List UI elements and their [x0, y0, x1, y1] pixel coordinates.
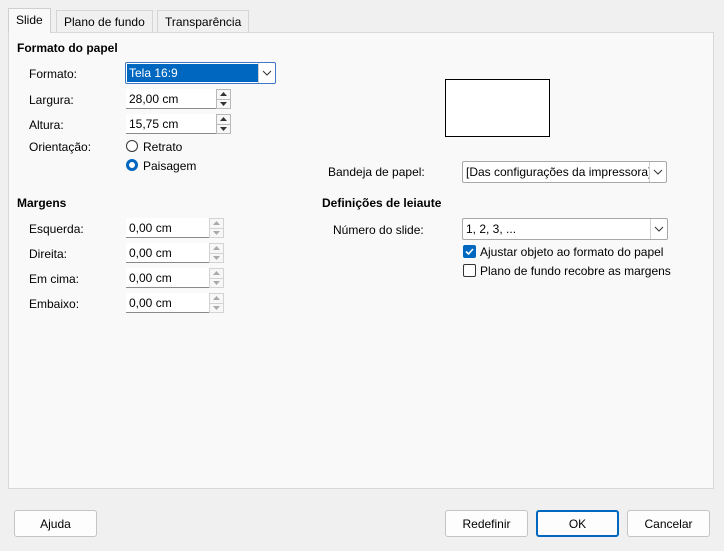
- landscape-label[interactable]: Paisagem: [143, 159, 196, 173]
- page-preview: [445, 79, 550, 137]
- format-label: Formato:: [29, 67, 78, 81]
- fit-object-label[interactable]: Ajustar objeto ao formato do papel: [480, 245, 663, 259]
- spin-up-icon[interactable]: [209, 293, 224, 304]
- slide-number-value: 1, 2, 3, ...: [466, 222, 517, 236]
- portrait-label[interactable]: Retrato: [143, 140, 182, 154]
- fit-object-checkbox[interactable]: [463, 245, 476, 258]
- format-value: Tela 16:9: [127, 64, 258, 82]
- margin-bottom-label: Embaixo:: [29, 297, 80, 311]
- spin-down-icon[interactable]: [209, 278, 224, 288]
- tab-transparency[interactable]: Transparência: [157, 10, 250, 32]
- paper-tray-label: Bandeja de papel:: [328, 165, 425, 179]
- margin-top-value: 0,00 cm: [129, 271, 172, 285]
- tab-label: Plano de fundo: [64, 15, 145, 29]
- reset-button[interactable]: Redefinir: [445, 510, 528, 537]
- tab-background[interactable]: Plano de fundo: [56, 10, 153, 32]
- layout-settings-heading: Definições de leiaute: [322, 196, 442, 210]
- spin-up-icon[interactable]: [209, 243, 224, 254]
- spin-up-icon[interactable]: [216, 89, 231, 100]
- spin-down-icon[interactable]: [216, 99, 231, 109]
- chevron-down-icon[interactable]: [650, 219, 667, 239]
- tab-slide[interactable]: Slide: [8, 8, 51, 33]
- spin-down-icon[interactable]: [209, 303, 224, 313]
- margin-right-field[interactable]: 0,00 cm: [126, 243, 224, 263]
- tab-panel: [8, 32, 714, 489]
- width-value: 28,00 cm: [129, 92, 179, 106]
- margins-heading: Margens: [17, 196, 67, 210]
- margin-bottom-field[interactable]: 0,00 cm: [126, 293, 224, 313]
- margin-top-label: Em cima:: [29, 272, 80, 286]
- background-covers-checkbox[interactable]: [463, 264, 476, 277]
- landscape-radio[interactable]: [126, 159, 138, 171]
- help-button-label: Ajuda: [40, 516, 71, 531]
- ok-button[interactable]: OK: [536, 510, 619, 537]
- height-field[interactable]: 15,75 cm: [126, 114, 231, 134]
- tab-label: Slide: [16, 13, 43, 27]
- spin-down-icon[interactable]: [209, 228, 224, 238]
- chevron-down-icon[interactable]: [258, 63, 275, 83]
- margin-right-label: Direita:: [29, 247, 68, 261]
- slide-number-label: Número do slide:: [333, 223, 424, 237]
- orientation-label: Orientação:: [29, 140, 92, 154]
- tab-label: Transparência: [165, 15, 242, 29]
- margin-right-value: 0,00 cm: [129, 246, 172, 260]
- paper-format-heading: Formato do papel: [17, 41, 118, 55]
- reset-button-label: Redefinir: [462, 516, 511, 531]
- slide-number-select[interactable]: 1, 2, 3, ...: [462, 218, 668, 240]
- cancel-button-label: Cancelar: [644, 516, 693, 531]
- background-covers-label[interactable]: Plano de fundo recobre as margens: [480, 264, 671, 278]
- margin-left-label: Esquerda:: [29, 222, 84, 236]
- spin-up-icon[interactable]: [216, 114, 231, 125]
- portrait-radio[interactable]: [126, 140, 138, 152]
- margin-left-field[interactable]: 0,00 cm: [126, 218, 224, 238]
- paper-tray-value: [Das configurações da impressora]: [466, 165, 650, 179]
- ok-button-label: OK: [568, 516, 587, 531]
- spin-down-icon[interactable]: [209, 253, 224, 263]
- format-select[interactable]: Tela 16:9: [125, 62, 276, 84]
- paper-tray-select[interactable]: [Das configurações da impressora]: [462, 161, 667, 183]
- cancel-button[interactable]: Cancelar: [627, 510, 710, 537]
- margin-top-field[interactable]: 0,00 cm: [126, 268, 224, 288]
- height-label: Altura:: [29, 118, 64, 132]
- help-button[interactable]: Ajuda: [14, 510, 97, 537]
- height-value: 15,75 cm: [129, 117, 179, 131]
- spin-up-icon[interactable]: [209, 218, 224, 229]
- margin-bottom-value: 0,00 cm: [129, 296, 172, 310]
- spin-down-icon[interactable]: [216, 124, 231, 134]
- width-label: Largura:: [29, 93, 74, 107]
- margin-left-value: 0,00 cm: [129, 221, 172, 235]
- spin-up-icon[interactable]: [209, 268, 224, 279]
- chevron-down-icon[interactable]: [649, 162, 666, 182]
- width-field[interactable]: 28,00 cm: [126, 89, 231, 109]
